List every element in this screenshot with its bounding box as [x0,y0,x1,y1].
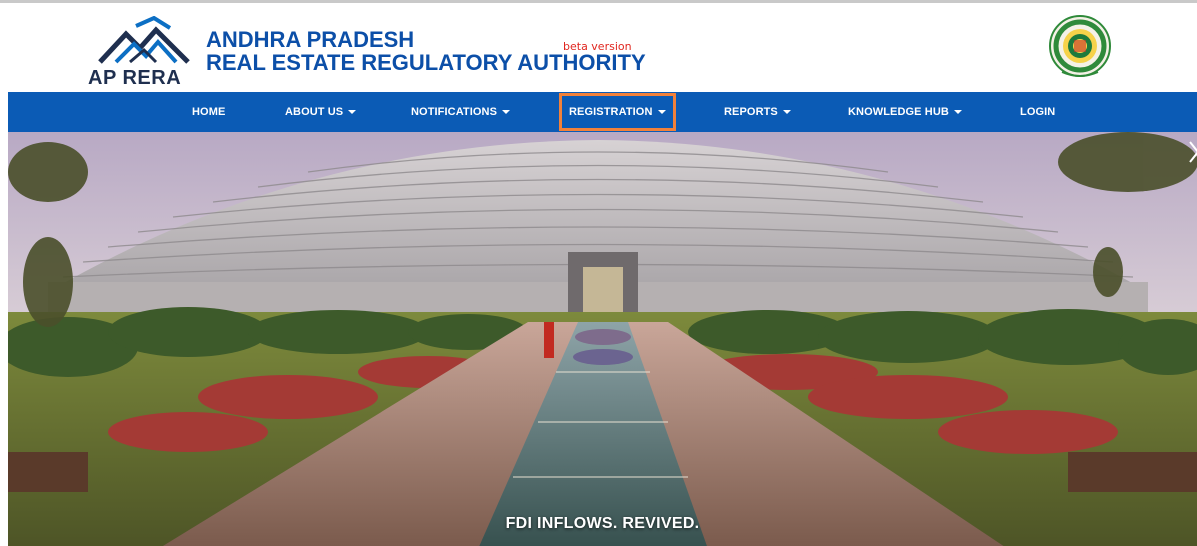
site-header: AP RERA ANDHRA PRADESH REAL ESTATE REGUL… [8,6,1197,92]
beta-label: beta version [563,40,632,53]
hero-banner: FDI INFLOWS. REVIVED. [8,132,1197,546]
caret-down-icon [657,110,666,115]
ap-rera-logo[interactable]: AP RERA [88,16,198,90]
next-slide-icon[interactable] [1186,132,1197,172]
hero-caption: FDI INFLOWS. REVIVED. [505,515,700,532]
nav-knowledge-hub[interactable]: KNOWLEDGE HUB [848,92,962,132]
nav-about-us-label: ABOUT US [285,106,344,118]
nav-registration-label: REGISTRATION [569,106,653,118]
nav-knowledge-hub-label: KNOWLEDGE HUB [848,106,949,118]
org-line-2: REAL ESTATE REGULATORY AUTHORITY [206,50,646,75]
nav-about-us[interactable]: ABOUT US [285,92,357,132]
caret-down-icon [502,110,511,115]
nav-reports[interactable]: REPORTS [724,92,791,132]
ap-state-emblem [1048,14,1112,86]
nav-notifications[interactable]: NOTIFICATIONS [411,92,511,132]
state-emblem-icon [1049,15,1111,77]
nav-home-label: HOME [192,106,226,118]
nav-login[interactable]: LOGIN [1020,92,1055,132]
caret-down-icon [782,110,791,115]
nav-reports-label: REPORTS [724,106,778,118]
nav-notifications-label: NOTIFICATIONS [411,106,498,118]
caret-down-icon [348,110,357,115]
page: AP RERA ANDHRA PRADESH REAL ESTATE REGUL… [0,0,1197,546]
nav-registration[interactable]: REGISTRATION [559,93,676,131]
hero-image [8,132,1197,546]
main-nav: HOME ABOUT US NOTIFICATIONS REGISTRATION… [8,92,1197,132]
nav-home[interactable]: HOME [192,92,225,132]
nav-login-label: LOGIN [1020,106,1056,118]
caret-down-icon [953,110,962,115]
logo-mark-icon [98,16,190,64]
logo-text: AP RERA [88,67,182,89]
